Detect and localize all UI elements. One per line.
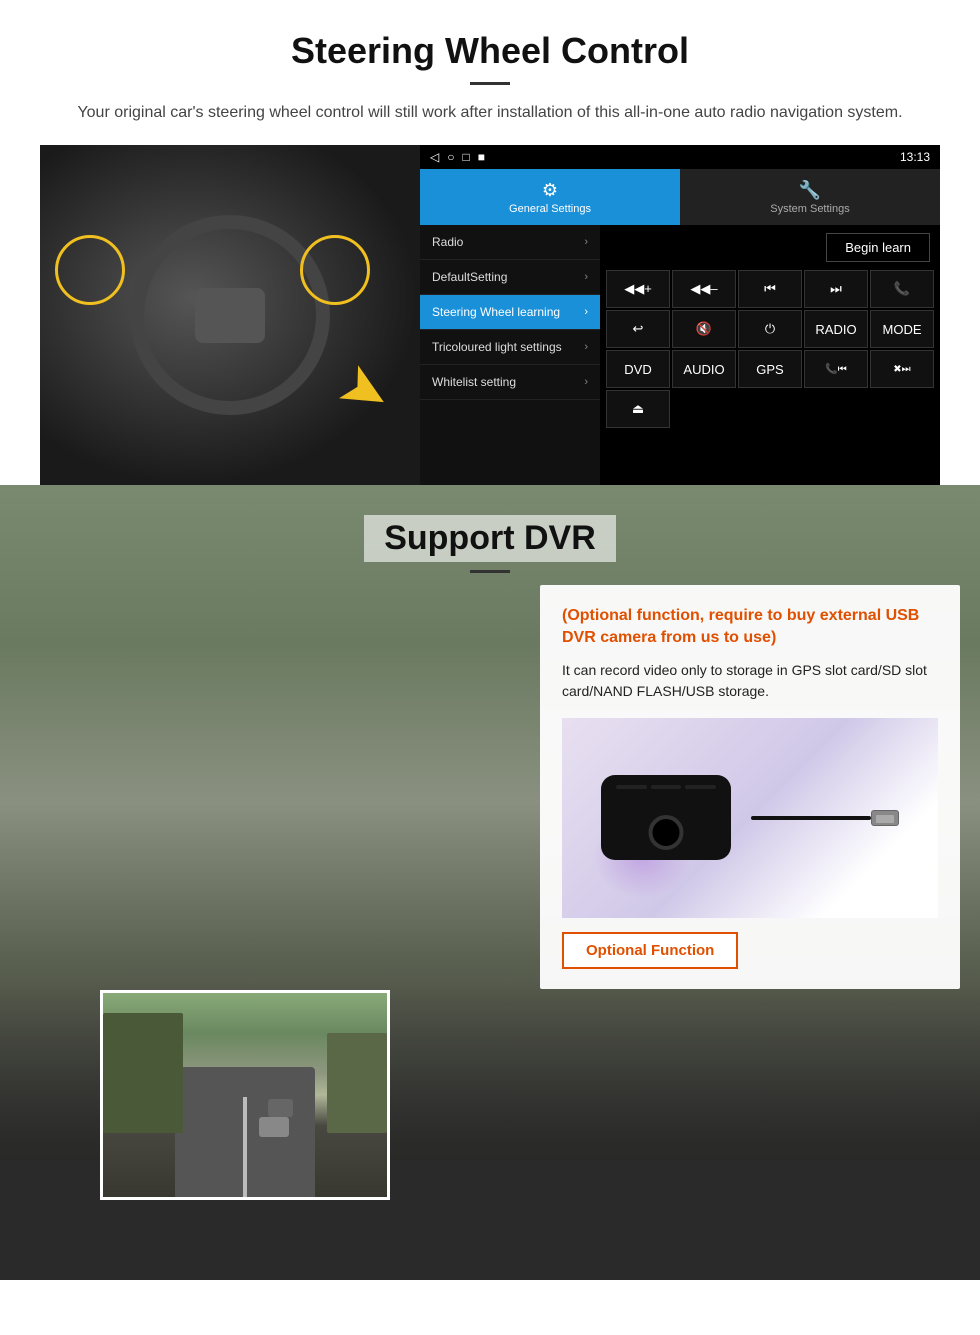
btn-next-track[interactable]: ⏭	[804, 270, 868, 308]
dvr-title-area: Support DVR	[0, 485, 980, 589]
btn-radio[interactable]: RADIO	[804, 310, 868, 348]
title-divider	[470, 82, 510, 85]
android-ui-panel: ◁ ○ □ ■ 13:13 ⚙ General Settings 🔧 Syste…	[420, 145, 940, 485]
page-title: Steering Wheel Control	[40, 30, 940, 72]
menu-icon: ■	[478, 150, 485, 164]
btn-prev-track[interactable]: ⏮	[738, 270, 802, 308]
tab-general-label: General Settings	[509, 203, 591, 215]
yellow-arrow-icon: ➤	[326, 347, 405, 433]
btn-phone-prev[interactable]: 📞⏮	[804, 350, 868, 388]
button-grid-row4: ⏏	[600, 390, 940, 428]
chevron-steering-icon: ›	[584, 306, 588, 318]
highlight-circle-left	[55, 235, 125, 305]
btn-hangup[interactable]: ↩	[606, 310, 670, 348]
dvr-thumbnail	[100, 990, 390, 1200]
tab-general-settings[interactable]: ⚙ General Settings	[420, 169, 680, 225]
recents-icon: □	[462, 150, 469, 164]
dvr-section: Support DVR (Optional function, require …	[0, 485, 980, 1280]
btn-vol-up[interactable]: ◀◀+	[606, 270, 670, 308]
menu-whitelist-label: Whitelist setting	[432, 375, 516, 389]
btn-mode[interactable]: MODE	[870, 310, 934, 348]
begin-learn-button[interactable]: Begin learn	[826, 233, 930, 262]
tab-system-settings[interactable]: 🔧 System Settings	[680, 169, 940, 225]
dvr-thumb-inner	[103, 993, 387, 1197]
menu-item-tricoloured[interactable]: Tricoloured light settings ›	[420, 330, 600, 365]
btn-next-skip[interactable]: ✖⏭	[870, 350, 934, 388]
dvr-title: Support DVR	[364, 515, 616, 562]
android-statusbar: ◁ ○ □ ■ 13:13	[420, 145, 940, 169]
btn-vol-down[interactable]: ◀◀–	[672, 270, 736, 308]
optional-function-button[interactable]: Optional Function	[562, 932, 738, 969]
menu-item-whitelist[interactable]: Whitelist setting ›	[420, 365, 600, 400]
chevron-default-icon: ›	[584, 271, 588, 283]
btn-phone[interactable]: 📞	[870, 270, 934, 308]
dvr-optional-text: (Optional function, require to buy exter…	[562, 605, 938, 650]
btn-eject[interactable]: ⏏	[606, 390, 670, 428]
home-icon: ○	[447, 150, 454, 164]
dvr-description: It can record video only to storage in G…	[562, 660, 938, 702]
btn-power[interactable]: ⏻	[738, 310, 802, 348]
back-icon: ◁	[430, 150, 439, 164]
steering-section: Steering Wheel Control Your original car…	[0, 0, 980, 485]
btn-gps[interactable]: GPS	[738, 350, 802, 388]
menu-item-radio[interactable]: Radio ›	[420, 225, 600, 260]
button-grid-row2: ↩ 🔇 ⏻ RADIO MODE	[600, 310, 940, 348]
menu-tricoloured-label: Tricoloured light settings	[432, 340, 562, 354]
android-content-area: Radio › DefaultSetting › Steering Wheel …	[420, 225, 940, 485]
dvr-title-divider	[470, 570, 510, 573]
subtitle-text: Your original car's steering wheel contr…	[60, 101, 920, 125]
statusbar-nav-icons: ◁ ○ □ ■	[430, 150, 485, 164]
gear-icon: ⚙	[542, 180, 558, 201]
menu-item-default-setting[interactable]: DefaultSetting ›	[420, 260, 600, 295]
highlight-circle-right	[300, 235, 370, 305]
button-grid-row3: DVD AUDIO GPS 📞⏮ ✖⏭	[600, 350, 940, 388]
begin-learn-row: Begin learn	[600, 225, 940, 270]
statusbar-time: 13:13	[900, 150, 930, 164]
steering-wheel-outer	[130, 215, 330, 415]
button-grid-row1: ◀◀+ ◀◀– ⏮ ⏭ 📞	[600, 270, 940, 308]
btn-mute[interactable]: 🔇	[672, 310, 736, 348]
menu-radio-label: Radio	[432, 235, 463, 249]
system-icon: 🔧	[799, 180, 821, 201]
menu-item-steering-learning[interactable]: Steering Wheel learning ›	[420, 295, 600, 330]
steering-wheel-hub	[195, 288, 265, 343]
dvr-camera-product-image	[562, 718, 938, 918]
steering-image-area: ➤	[40, 145, 420, 485]
android-tabs: ⚙ General Settings 🔧 System Settings	[420, 169, 940, 225]
tab-system-label: System Settings	[770, 203, 849, 215]
android-menu: Radio › DefaultSetting › Steering Wheel …	[420, 225, 600, 485]
android-right-panel: Begin learn ◀◀+ ◀◀– ⏮ ⏭ 📞 ↩ 🔇 ⏻	[600, 225, 940, 485]
chevron-radio-icon: ›	[584, 236, 588, 248]
btn-dvd[interactable]: DVD	[606, 350, 670, 388]
menu-default-label: DefaultSetting	[432, 270, 507, 284]
menu-steering-label: Steering Wheel learning	[432, 305, 560, 319]
chevron-tricoloured-icon: ›	[584, 341, 588, 353]
btn-audio[interactable]: AUDIO	[672, 350, 736, 388]
dvr-info-card: (Optional function, require to buy exter…	[540, 585, 960, 989]
steering-wheel-image: ➤	[40, 145, 420, 485]
chevron-whitelist-icon: ›	[584, 376, 588, 388]
steering-demo: ➤ ◁ ○ □ ■ 13:13 ⚙ General Settings	[40, 145, 940, 485]
